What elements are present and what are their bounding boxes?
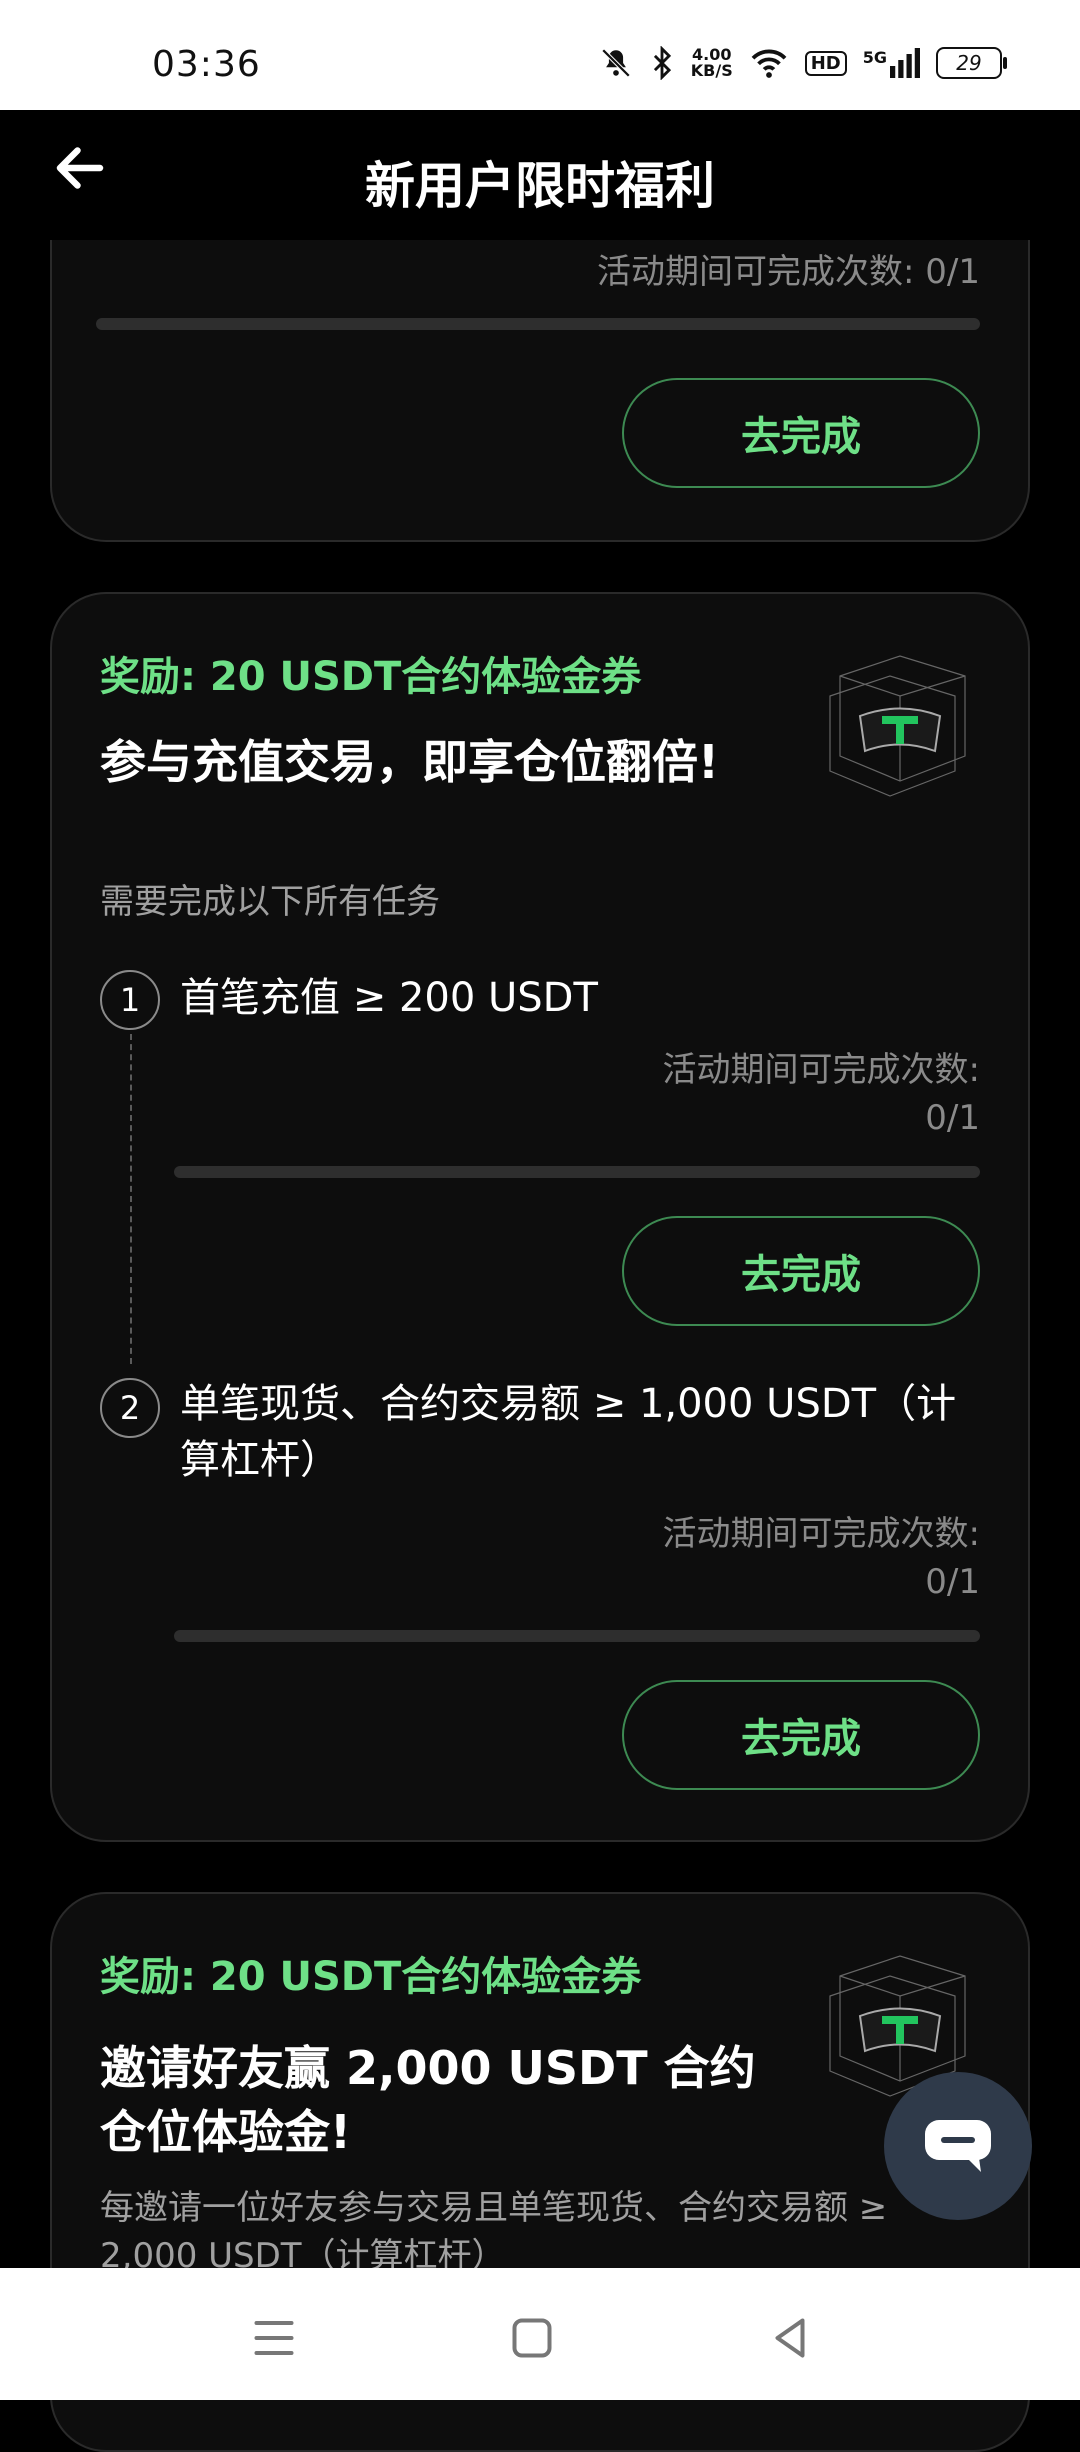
- home-square-icon: [512, 2318, 552, 2358]
- progress-bar: [174, 1630, 980, 1642]
- complete-button[interactable]: 去完成: [622, 1680, 980, 1790]
- card-title: 邀请好友赢 2,000 USDT 合约仓位体验金!: [100, 2041, 756, 2159]
- completion-count: 活动期间可完成次数: 0/1: [663, 1046, 980, 1142]
- hd-badge: HD: [804, 50, 847, 76]
- nav-back-button[interactable]: [760, 2308, 820, 2368]
- step-text: 单笔现货、合约交易额 ≥ 1,000 USDT（计算杠杆）: [180, 1381, 957, 1483]
- step-number: 1: [100, 970, 160, 1030]
- chat-bubble-icon: [925, 2120, 991, 2172]
- progress-bar: [96, 318, 980, 330]
- wifi-icon: [751, 49, 787, 78]
- count-label: 活动期间可完成次数:: [662, 1050, 980, 1090]
- completion-count: 活动期间可完成次数: 0/1: [663, 1510, 980, 1606]
- step-number: 2: [100, 1378, 160, 1438]
- status-bar: 03:36 4.00 KB/S HD 5G 29: [0, 0, 1080, 110]
- complete-button[interactable]: 去完成: [622, 1216, 980, 1326]
- system-nav-bar: [0, 2268, 1080, 2400]
- chat-support-button[interactable]: [884, 2072, 1032, 2220]
- count-value: 0/1: [925, 1098, 980, 1138]
- card-title: 参与充值交易，即享仓位翻倍!: [100, 735, 719, 789]
- mute-bell-icon: [601, 48, 631, 78]
- card-subtitle: 需要完成以下所有任务: [100, 882, 440, 922]
- reward-label: 奖励: 20 USDT合约体验金券: [100, 654, 642, 700]
- bluetooth-icon: [653, 46, 671, 80]
- cellular-signal: 5G: [863, 48, 920, 78]
- reward-label: 奖励: 20 USDT合约体验金券: [100, 1954, 642, 2000]
- back-triangle-icon: [775, 2318, 805, 2358]
- complete-button[interactable]: 去完成: [622, 378, 980, 488]
- menu-icon: [254, 2321, 294, 2355]
- nav-menu-button[interactable]: [244, 2308, 304, 2368]
- card-description: 每邀请一位好友参与交易且单笔现货、合约交易额 ≥ 2,000 USDT（计算杠杆…: [100, 2188, 888, 2276]
- network-speed: 4.00 KB/S: [691, 47, 733, 79]
- nav-home-button[interactable]: [502, 2308, 562, 2368]
- count-value: 0/1: [925, 1562, 980, 1602]
- page-title: 新用户限时福利: [365, 157, 715, 215]
- progress-bar: [174, 1166, 980, 1178]
- network-type: 5G: [862, 48, 887, 67]
- status-time: 03:36: [152, 44, 261, 85]
- battery-indicator: 29: [936, 47, 1007, 79]
- task-card-recharge: 奖励: 20 USDT合约体验金券 参与充值交易，即享仓位翻倍! 需要完成以下所…: [50, 592, 1030, 1842]
- app-header: 新用户限时福利: [0, 110, 1080, 240]
- speed-unit: KB/S: [690, 61, 733, 80]
- usdt-coin-cube-icon: [829, 655, 966, 797]
- completion-count: 活动期间可完成次数: 0/1: [597, 252, 980, 292]
- step-connector: [130, 1034, 132, 1364]
- signal-bars-icon: [890, 48, 920, 78]
- step-text: 首笔充值 ≥ 200 USDT: [180, 975, 598, 1021]
- count-label: 活动期间可完成次数:: [662, 1514, 980, 1554]
- status-icons: 4.00 KB/S HD 5G 29: [599, 46, 1007, 80]
